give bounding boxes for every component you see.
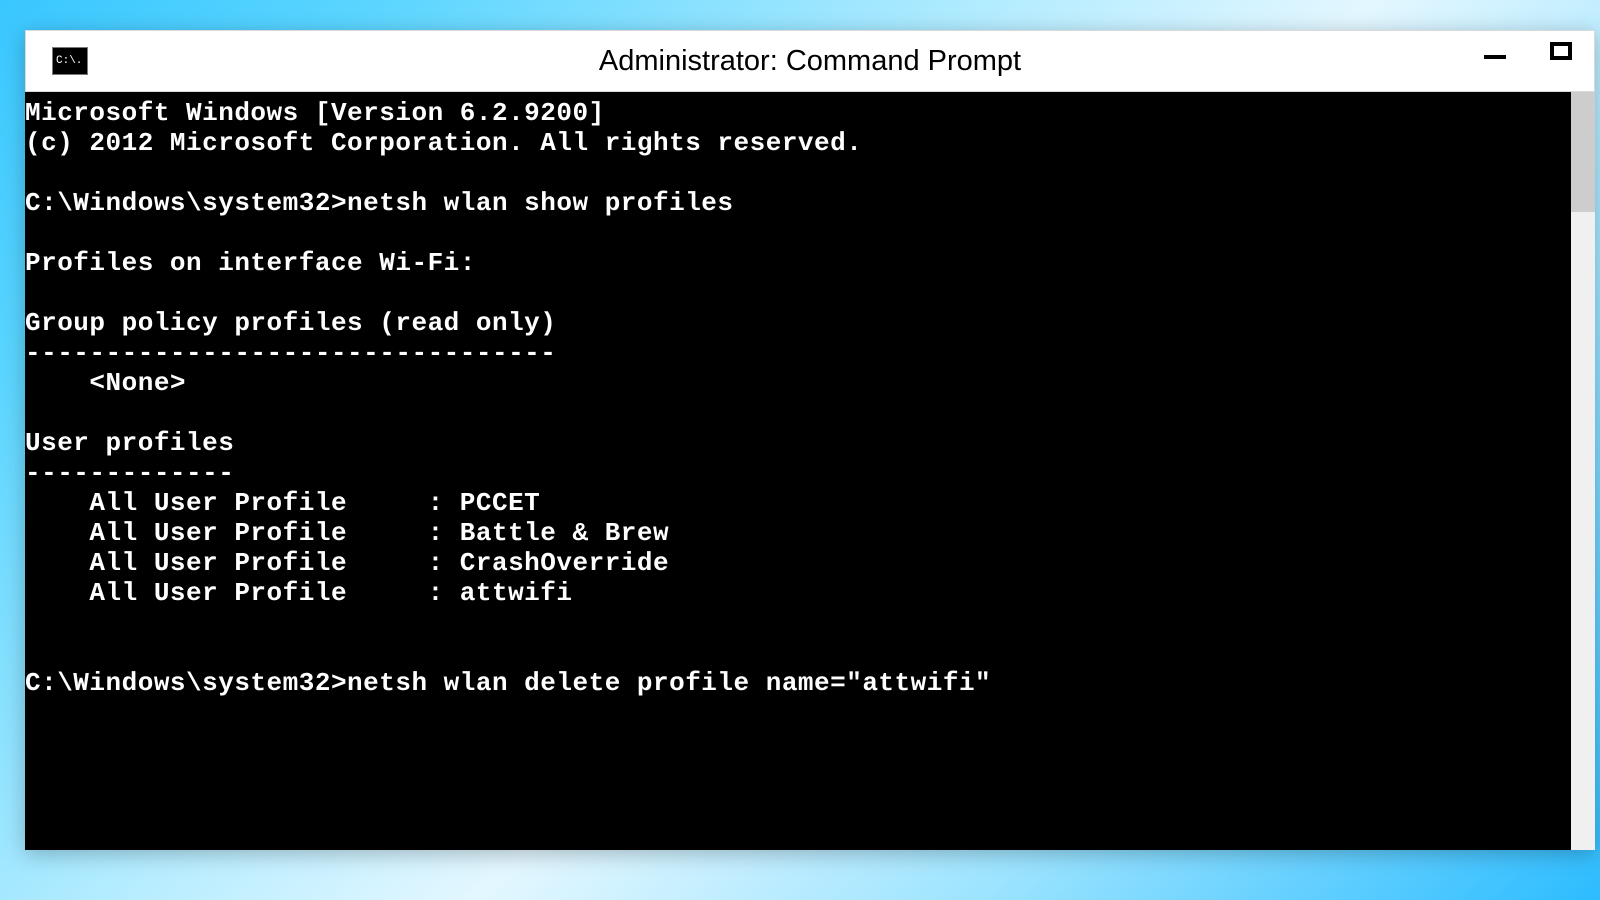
minimize-button[interactable]: [1462, 31, 1528, 71]
window-title: Administrator: Command Prompt: [26, 45, 1594, 78]
desktop-background: C:\. Administrator: Command Prompt Micro…: [0, 0, 1600, 900]
titlebar[interactable]: C:\. Administrator: Command Prompt: [25, 30, 1595, 92]
terminal-output[interactable]: Microsoft Windows [Version 6.2.9200] (c)…: [25, 92, 1595, 850]
vertical-scrollbar[interactable]: [1571, 92, 1595, 850]
maximize-button[interactable]: [1528, 31, 1594, 71]
window-controls: [1462, 31, 1594, 83]
command-prompt-window: C:\. Administrator: Command Prompt Micro…: [25, 30, 1595, 850]
scrollbar-thumb[interactable]: [1571, 92, 1595, 212]
